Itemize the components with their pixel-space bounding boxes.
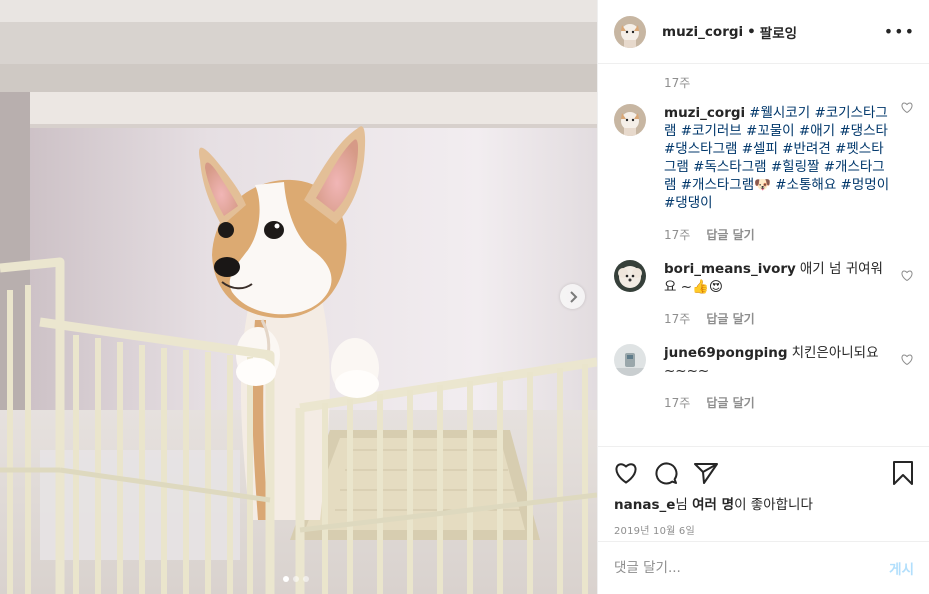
hashtag-link[interactable]: #반려견 [782, 141, 831, 157]
post-photo-corgi-puppy [0, 0, 597, 594]
comment-item: june69pongping 치킨은아니되요 ~~~~ 17주 답글 달기 [614, 328, 913, 412]
post-author-username[interactable]: muzi_corgi [662, 24, 743, 40]
carousel-indicator [283, 576, 309, 582]
heart-icon[interactable] [901, 270, 913, 281]
caption-timestamp: 17주 [664, 228, 691, 242]
comment-username[interactable]: bori_means_ivory [664, 261, 796, 277]
avatar-image [614, 344, 646, 376]
comment-list: 17주 muzi_corgi #웰시코기 #코기스타그램 #코기러브 #꼬물이 #… [598, 74, 929, 412]
avatar[interactable] [614, 260, 646, 292]
comment-button[interactable] [654, 461, 678, 485]
follow-status-button[interactable]: 팔로잉 [760, 22, 797, 42]
instagram-post: muzi_corgi • 팔로잉 ••• 17주 muzi_corgi #웰시코… [0, 0, 929, 594]
liker-username[interactable]: nanas_e [614, 497, 675, 513]
avatar-image [614, 260, 646, 292]
reply-button[interactable]: 답글 달기 [706, 394, 754, 412]
comment-username[interactable]: june69pongping [664, 345, 788, 361]
post-comment-button[interactable]: 게시 [889, 558, 914, 578]
caption-item: muzi_corgi #웰시코기 #코기스타그램 #코기러브 #꼬물이 #애기 #… [614, 92, 913, 244]
comment-timestamp: 17주 [664, 312, 691, 326]
chevron-right-icon [569, 290, 577, 303]
avatar-image [614, 15, 646, 48]
like-button[interactable] [614, 462, 638, 484]
post-header: muzi_corgi • 팔로잉 ••• [598, 0, 929, 64]
avatar[interactable] [614, 15, 646, 48]
more-options-icon[interactable]: ••• [884, 22, 915, 41]
likes-text-suffix: 이 좋아합니다 [734, 497, 813, 513]
hashtag-link[interactable]: #댕스타그램 [664, 141, 737, 157]
post-date: 2019년 10월 6일 [614, 526, 695, 537]
caption-username[interactable]: muzi_corgi [664, 105, 745, 121]
hashtag-link[interactable]: #독스타그램 [693, 159, 766, 175]
likes-text-mid: 님 [675, 497, 693, 513]
carousel-dot [293, 576, 299, 582]
comment-input[interactable] [614, 560, 890, 576]
hashtag-link[interactable]: #애기 [799, 123, 835, 139]
heart-icon[interactable] [901, 354, 913, 365]
likes-others-link[interactable]: 여러 명 [692, 497, 734, 513]
avatar[interactable] [614, 104, 646, 136]
reply-button[interactable]: 답글 달기 [706, 310, 754, 328]
carousel-dot [303, 576, 309, 582]
hashtag-link[interactable]: #셀피 [742, 141, 778, 157]
heart-icon [615, 463, 637, 484]
hashtag-link[interactable]: #웰시코기 [749, 105, 810, 121]
avatar-image [614, 104, 646, 136]
hashtag-link[interactable]: #코기러브 [681, 123, 742, 139]
top-timestamp: 17주 [664, 76, 691, 90]
avatar[interactable] [614, 344, 646, 376]
hashtag-link[interactable]: #꼬물이 [746, 123, 795, 139]
paper-plane-icon [694, 463, 718, 484]
comment-icon [655, 462, 678, 485]
bookmark-icon [893, 461, 913, 485]
likes-summary: nanas_e님 여러 명이 좋아합니다 [614, 493, 914, 513]
hashtag-link[interactable]: #힐링짤 [771, 159, 820, 175]
next-image-button[interactable] [560, 284, 585, 309]
post-actions: nanas_e님 여러 명이 좋아합니다 2019년 10월 6일 [598, 446, 929, 537]
post-media[interactable] [0, 0, 597, 594]
share-button[interactable] [694, 462, 718, 484]
add-comment-bar: 게시 [598, 541, 929, 594]
heart-icon[interactable] [901, 102, 913, 113]
hashtag-link[interactable]: #멍멍이 [841, 177, 890, 193]
carousel-dot-active [283, 576, 289, 582]
hashtag-link[interactable]: #댕스타 [839, 123, 888, 139]
hashtag-link[interactable]: #소통해요 [775, 177, 836, 193]
reply-button[interactable]: 답글 달기 [706, 226, 754, 244]
comment-timestamp: 17주 [664, 396, 691, 410]
caption-text: muzi_corgi #웰시코기 #코기스타그램 #코기러브 #꼬물이 #애기 #… [664, 104, 894, 212]
save-button[interactable] [892, 461, 914, 485]
hashtag-link[interactable]: #댕댕이 [664, 195, 713, 211]
post-side-panel: muzi_corgi • 팔로잉 ••• 17주 muzi_corgi #웰시코… [597, 0, 929, 594]
hashtag-link[interactable]: #개스타그램🐶 [681, 177, 771, 193]
comment-item: bori_means_ivory 애기 넘 귀여워요 ~👍😍 17주 답글 달기 [614, 244, 913, 328]
header-separator: • [747, 23, 756, 40]
